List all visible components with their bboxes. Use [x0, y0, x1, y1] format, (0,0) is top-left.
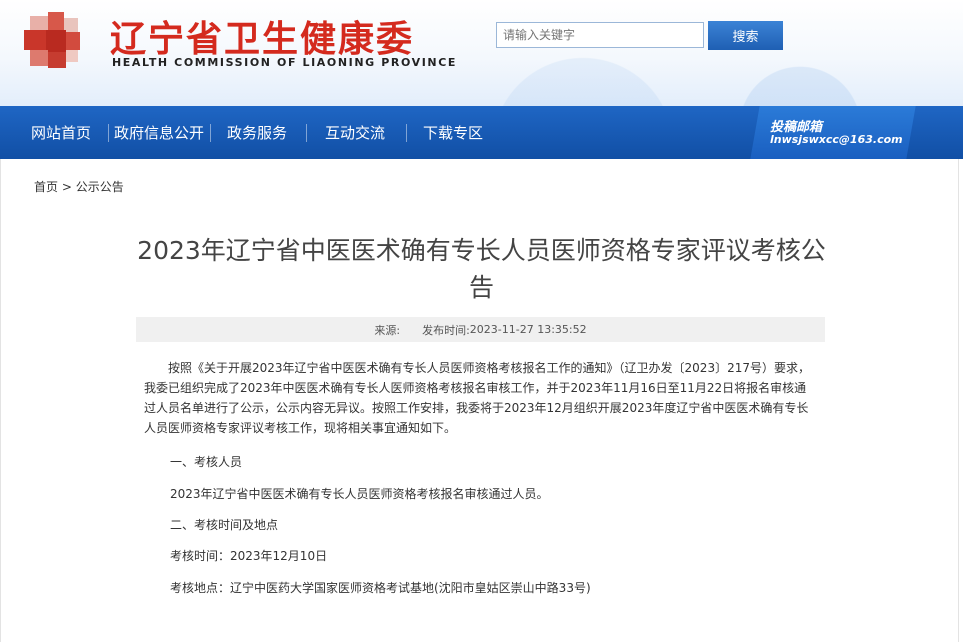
site-header: 辽宁省卫生健康委 HEALTH COMMISSION OF LIAONING P… — [0, 0, 963, 106]
site-logo[interactable] — [24, 12, 82, 70]
exam-time: 考核时间：2023年12月10日 — [170, 549, 328, 563]
search-button[interactable]: 搜索 — [708, 21, 783, 50]
submission-mail-address[interactable]: lnwsjswxcc@163.com — [770, 133, 903, 146]
article-paragraph: 2023年辽宁省中医医术确有专长人员医师资格考核报名审核通过人员。 — [170, 487, 549, 501]
nav-item-gov-services[interactable]: 政务服务 — [214, 106, 300, 159]
header-background — [420, 0, 963, 106]
breadcrumb-current[interactable]: 公示公告 — [76, 180, 124, 194]
nav-divider — [210, 124, 211, 142]
breadcrumb-separator: > — [61, 180, 72, 194]
publish-time-value: 2023-11-27 13:35:52 — [469, 323, 587, 336]
exam-place: 考核地点：辽宁中医药大学国家医师资格考试基地(沈阳市皇姑区崇山中路33号) — [170, 581, 591, 595]
content-border-right — [958, 159, 959, 642]
article-meta: 来源: 发布时间: 2023-11-27 13:35:52 — [136, 317, 825, 342]
content-border-left — [0, 159, 1, 642]
search-input[interactable] — [496, 22, 704, 48]
article-title: 2023年辽宁省中医医术确有专长人员医师资格专家评议考核公告 — [137, 236, 826, 302]
publish-time-label: 发布时间: — [422, 323, 470, 337]
breadcrumb-home[interactable]: 首页 — [34, 180, 58, 194]
site-subtitle: HEALTH COMMISSION OF LIAONING PROVINCE — [112, 56, 458, 69]
nav-divider — [306, 124, 307, 142]
nav-item-downloads[interactable]: 下载专区 — [410, 106, 496, 159]
article-paragraph: 按照《关于开展2023年辽宁省中医医术确有专长人员医师资格考核报名工作的通知》（… — [144, 361, 810, 435]
site-title: 辽宁省卫生健康委 — [110, 18, 415, 60]
breadcrumb: 首页 > 公示公告 — [34, 178, 124, 195]
nav-divider — [108, 124, 109, 142]
nav-item-interaction[interactable]: 互动交流 — [312, 106, 398, 159]
source-label: 来源: — [374, 323, 401, 337]
section-heading: 一、考核人员 — [170, 455, 243, 469]
nav-divider — [406, 124, 407, 142]
section-heading: 二、考核时间及地点 — [170, 518, 279, 532]
nav-item-gov-info[interactable]: 政府信息公开 — [110, 106, 208, 159]
nav-item-home[interactable]: 网站首页 — [18, 106, 104, 159]
article-body: 按照《关于开展2023年辽宁省中医医术确有专长人员医师资格考核报名工作的通知》（… — [144, 358, 812, 438]
